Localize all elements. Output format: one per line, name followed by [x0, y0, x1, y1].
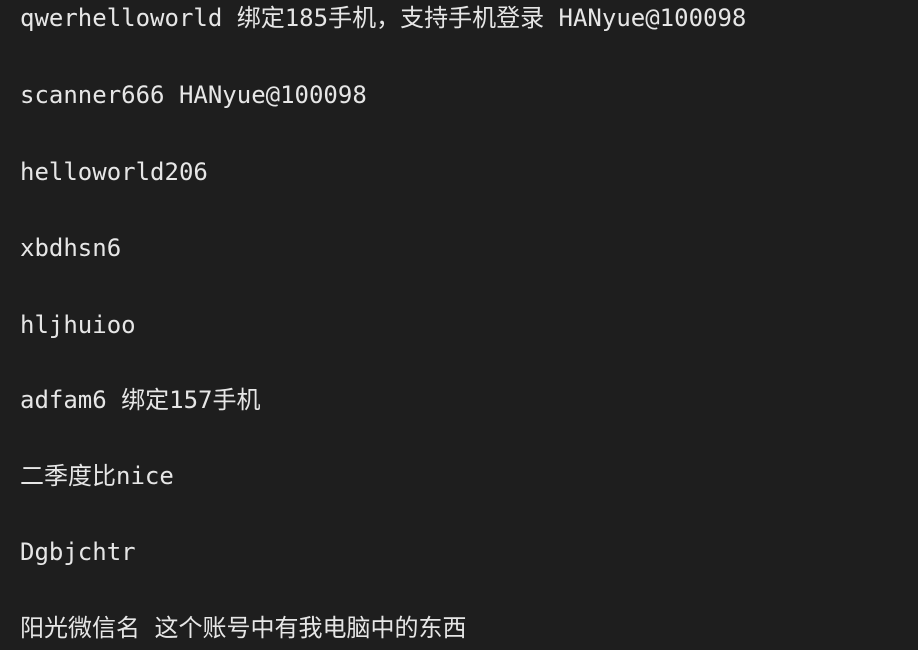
text-line-2: scanner666 HANyue@100098: [20, 81, 367, 109]
text-line-7: 二季度比nice: [20, 462, 174, 490]
text-line-1: qwerhelloworld 绑定185手机，支持手机登录 HANyue@100…: [20, 4, 747, 32]
text-line-5: hljhuioo: [20, 311, 136, 339]
text-viewer: qwerhelloworld 绑定185手机，支持手机登录 HANyue@100…: [0, 0, 918, 650]
text-line-3: helloworld206: [20, 158, 208, 186]
text-line-9: 阳光微信名 这个账号中有我电脑中的东西: [20, 614, 467, 642]
text-line-4: xbdhsn6: [20, 234, 122, 262]
text-line-6: adfam6 绑定157手机: [20, 386, 261, 414]
text-line-8: Dgbjchtr: [20, 538, 136, 566]
